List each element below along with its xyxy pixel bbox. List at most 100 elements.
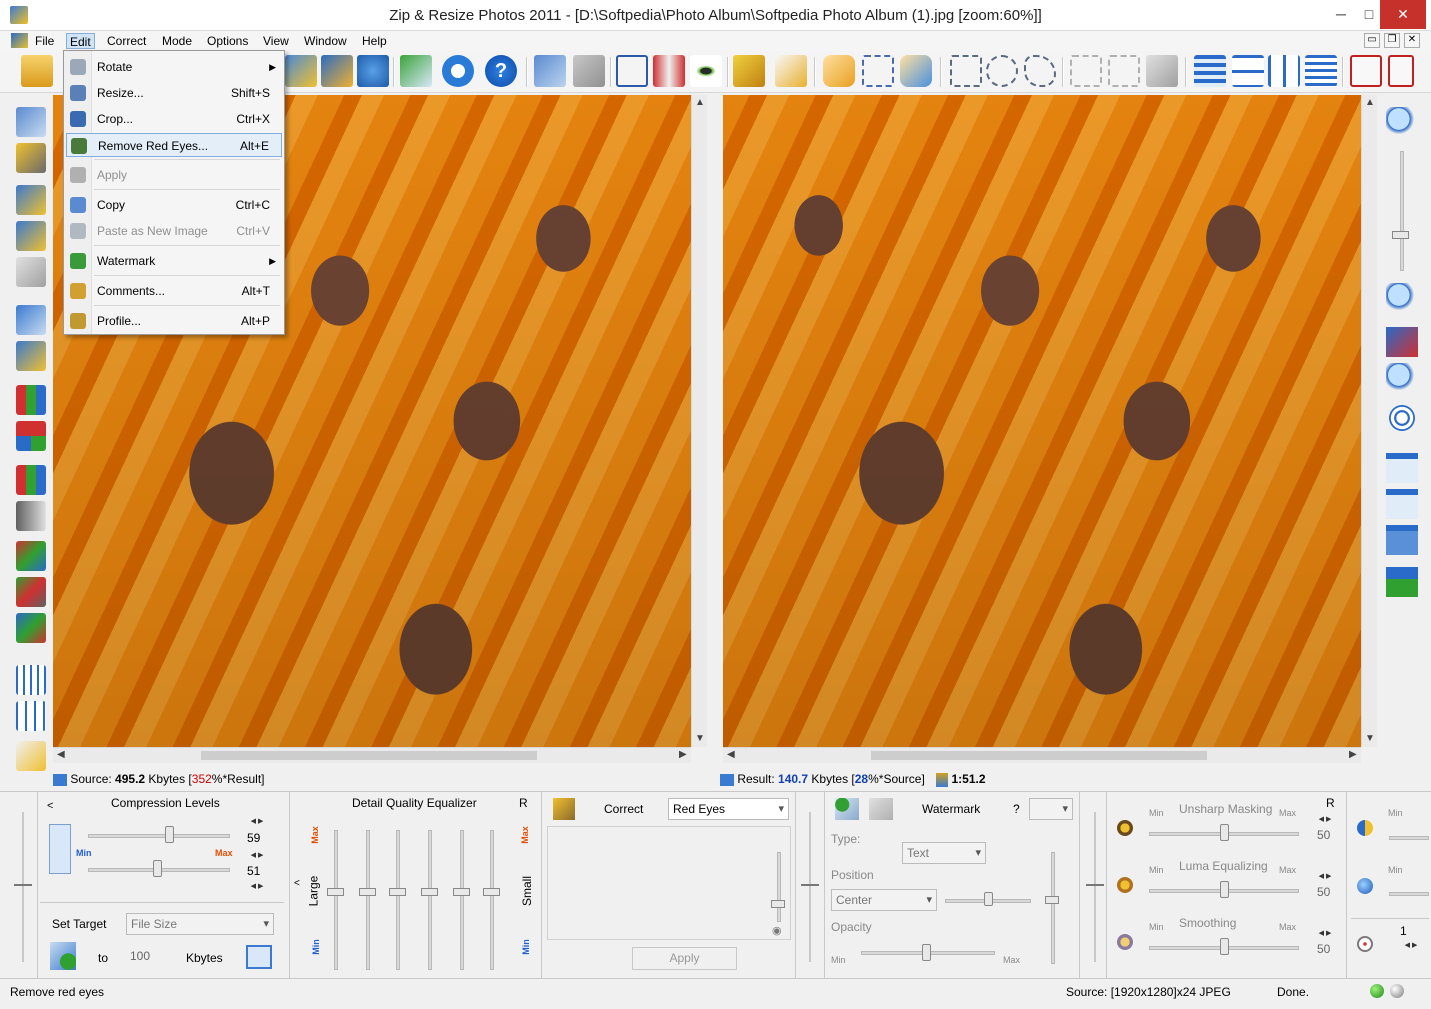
remove-watermark-icon[interactable]	[869, 798, 893, 820]
spin-arrows[interactable]: ◀ ▶	[243, 883, 271, 892]
filter-toggle-icon[interactable]	[1117, 934, 1133, 950]
zoom-slider-track[interactable]	[1400, 151, 1404, 271]
scroll-down-icon[interactable]: ▼	[695, 733, 705, 744]
source-horizontal-scrollbar[interactable]: ◀ ▶	[53, 747, 691, 763]
clipboard-icon[interactable]	[573, 55, 605, 87]
equalizer-band-track[interactable]	[428, 830, 432, 970]
filter-slider-knob[interactable]	[1220, 938, 1229, 955]
result-horizontal-scrollbar[interactable]: ◀ ▶	[723, 747, 1361, 763]
center-target-icon[interactable]	[1386, 403, 1418, 433]
scrollbar-thumb[interactable]	[871, 751, 1207, 760]
compression-slider-1-knob[interactable]	[165, 826, 174, 843]
edit-menu-item[interactable]: Resize... Shift+S	[66, 81, 282, 105]
watermark-tool-icon[interactable]	[733, 55, 765, 87]
comments-tool-icon[interactable]	[775, 55, 807, 87]
scroll-left-icon[interactable]: ◀	[57, 749, 65, 760]
collapse-strip-3[interactable]	[1084, 792, 1107, 978]
web-export-icon[interactable]	[357, 55, 389, 87]
scroll-down-icon[interactable]: ▼	[1365, 733, 1375, 744]
equalizer-band-knob[interactable]	[359, 888, 376, 896]
cascade-windows-icon[interactable]	[1194, 55, 1226, 87]
lasso-select-icon[interactable]	[1024, 55, 1056, 87]
monitor-stack-icon[interactable]	[16, 341, 46, 371]
equalizer-band-track[interactable]	[460, 830, 464, 970]
watermark-vertical-slider-knob[interactable]	[1045, 896, 1059, 904]
list-view-icon[interactable]	[1305, 55, 1337, 87]
watermark-type-select[interactable]: Text	[902, 842, 986, 864]
red-eye-icon[interactable]	[690, 55, 722, 87]
tile-horizontal-icon[interactable]	[1232, 55, 1264, 87]
mdi-minimize-button[interactable]: ▭	[1364, 33, 1380, 48]
magic-wand-icon[interactable]	[553, 798, 575, 820]
levels-blue-icon[interactable]	[16, 613, 46, 643]
watermark-opacity-slider-knob[interactable]	[922, 944, 931, 961]
info-icon[interactable]	[442, 55, 474, 87]
help-icon[interactable]: ?	[485, 55, 517, 87]
delete-selection-icon[interactable]	[1070, 55, 1102, 87]
watermark-help-button[interactable]: ?	[1013, 802, 1020, 816]
select-pointer-icon[interactable]	[862, 55, 894, 87]
equalizer-band-track[interactable]	[396, 830, 400, 970]
zoom-in-icon[interactable]	[1386, 107, 1418, 137]
resize-arrows-icon[interactable]	[653, 55, 685, 87]
watermark-position-select[interactable]: Center	[831, 889, 937, 911]
rect-select-icon[interactable]	[950, 55, 982, 87]
tile-vertical-icon[interactable]	[1268, 55, 1300, 87]
levels-green-icon[interactable]	[16, 577, 46, 607]
menu-help[interactable]: Help	[359, 33, 390, 49]
edge-slider-2-track[interactable]	[1389, 892, 1429, 896]
grayscale-icon[interactable]	[16, 501, 46, 531]
correct-slider-knob[interactable]	[771, 900, 785, 908]
mdi-restore-button[interactable]: ❐	[1384, 33, 1400, 48]
actual-size-icon[interactable]	[1386, 363, 1418, 393]
window-red-icon[interactable]	[1350, 55, 1382, 87]
menu-view[interactable]: View	[260, 33, 292, 49]
spin-arrows[interactable]: ◀ ▶	[1397, 942, 1425, 951]
edit-menu-item[interactable]: Copy Ctrl+C	[66, 193, 282, 217]
filter-slider-knob[interactable]	[1220, 881, 1229, 898]
menu-window[interactable]: Window	[301, 33, 350, 49]
result-image[interactable]	[723, 95, 1361, 747]
compression-slider-1-track[interactable]	[88, 834, 230, 838]
compression-slider-2-knob[interactable]	[153, 860, 162, 877]
target-size-input[interactable]: 100	[126, 947, 176, 968]
channels-icon[interactable]	[16, 465, 46, 495]
menu-file[interactable]: File	[32, 33, 57, 49]
menu-mode[interactable]: Mode	[159, 33, 195, 49]
monitor-icon[interactable]	[16, 305, 46, 335]
equalizer-band-track[interactable]	[490, 830, 494, 970]
view-single-icon[interactable]	[16, 107, 46, 137]
filter-value[interactable]: 50	[1317, 942, 1330, 956]
equalizer-band-track[interactable]	[334, 830, 338, 970]
edge-slider-1-track[interactable]	[1389, 836, 1429, 840]
edge-value[interactable]: 1	[1400, 924, 1407, 938]
lightning-icon[interactable]	[16, 741, 46, 771]
correct-apply-button[interactable]: Apply	[632, 947, 737, 970]
split-vertical-icon[interactable]	[1386, 489, 1418, 519]
correct-slider-track[interactable]	[777, 852, 781, 922]
equalizer-r-button[interactable]: R	[519, 796, 528, 810]
equalizer-band-knob[interactable]	[453, 888, 470, 896]
filter-value[interactable]: 50	[1317, 828, 1330, 842]
scroll-right-icon[interactable]: ▶	[679, 749, 687, 760]
target-size-icon[interactable]	[246, 945, 272, 969]
split-horizontal-icon[interactable]	[1386, 453, 1418, 483]
clear-selection-icon[interactable]	[1108, 55, 1140, 87]
spin-arrows[interactable]: ◀ ▶	[243, 852, 271, 861]
equalizer-band-knob[interactable]	[483, 888, 500, 896]
hand-zoom-icon[interactable]	[900, 55, 932, 87]
single-window-icon[interactable]	[1386, 525, 1418, 555]
filter-value[interactable]: 50	[1317, 885, 1330, 899]
gray-view-icon[interactable]	[16, 257, 46, 287]
new-window-icon[interactable]	[534, 55, 566, 87]
compression-back-button[interactable]: <	[47, 800, 53, 812]
lock-view-icon[interactable]	[16, 221, 46, 251]
zoom-slider-knob[interactable]	[1392, 231, 1409, 239]
equalizer-icon[interactable]	[16, 665, 46, 695]
selection-options-icon[interactable]	[1146, 55, 1178, 87]
equalizer-band-knob[interactable]	[389, 888, 406, 896]
view-compare-icon[interactable]	[16, 185, 46, 215]
scroll-up-icon[interactable]: ▲	[1365, 97, 1375, 108]
mosaic-icon[interactable]	[16, 421, 46, 451]
edit-menu-item[interactable]: Rotate ▶	[66, 55, 282, 79]
